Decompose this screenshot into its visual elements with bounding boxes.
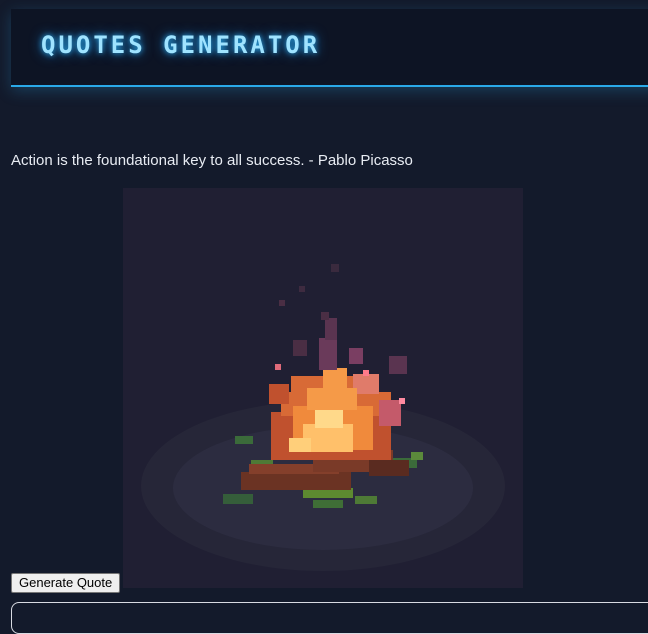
bottom-field[interactable]	[11, 602, 648, 634]
quote-text: Action is the foundational key to all su…	[11, 152, 413, 169]
app-title: QUOTES GENERATOR	[41, 31, 321, 59]
generate-quote-button[interactable]: Generate Quote	[11, 573, 121, 593]
app-header: QUOTES GENERATOR	[11, 9, 648, 87]
campfire-image	[123, 188, 523, 588]
